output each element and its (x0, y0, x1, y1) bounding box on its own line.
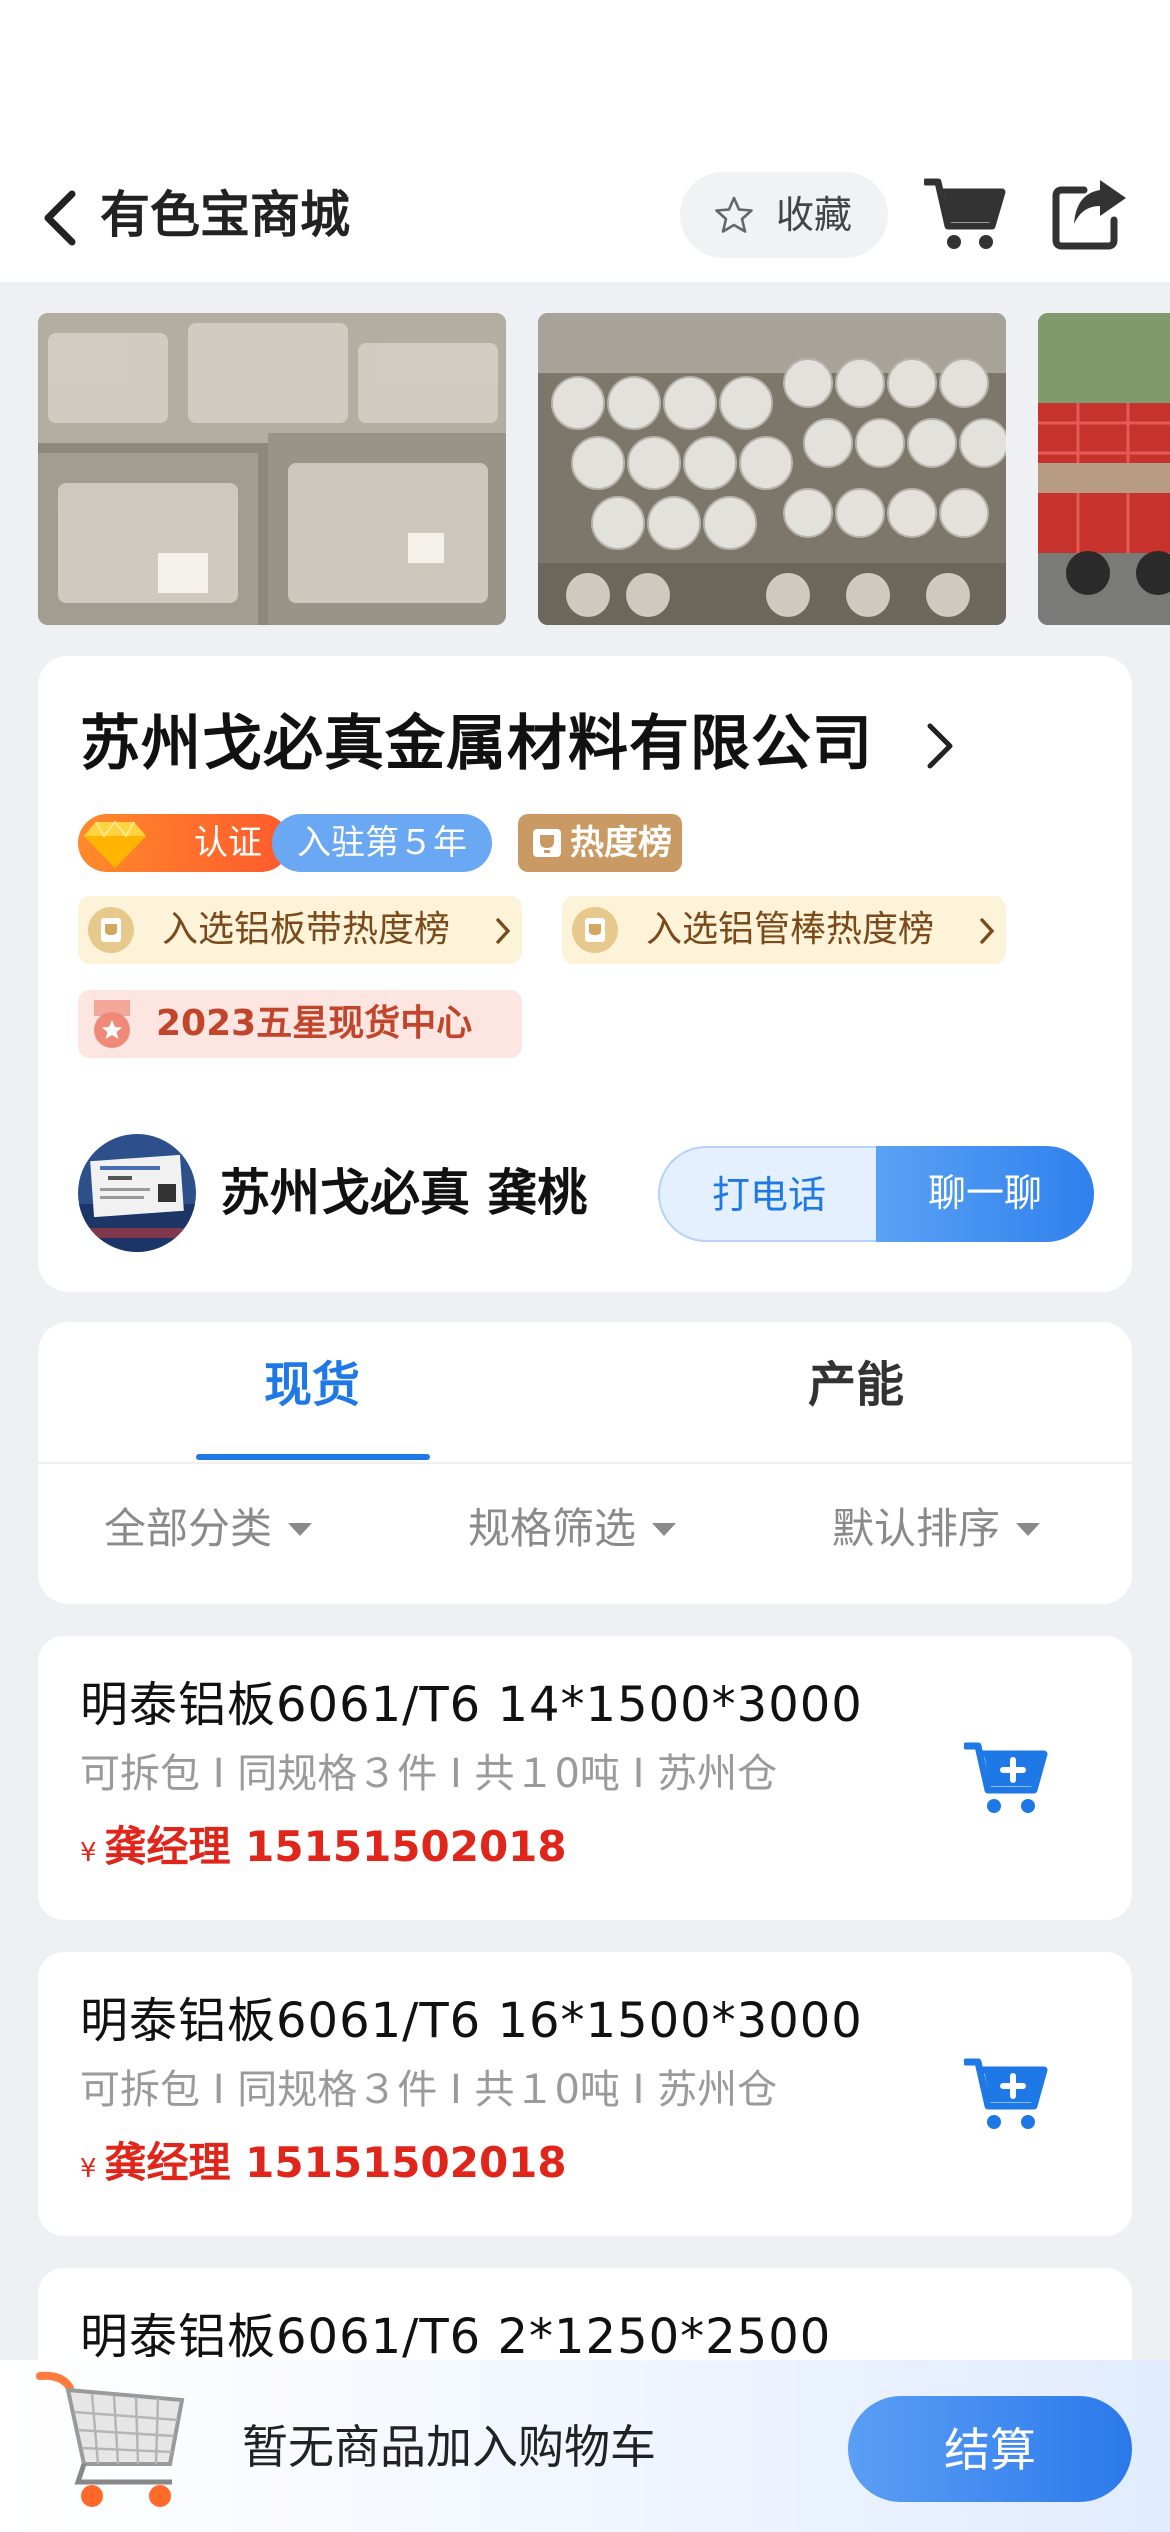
years-badge: 入驻第５年 (272, 814, 492, 872)
chevron-right-icon[interactable] (922, 720, 956, 772)
photo-gallery[interactable] (0, 313, 1170, 625)
ranking-medal-icon (572, 907, 618, 953)
status-bar-area (0, 0, 1170, 150)
company-name[interactable]: 苏州戈必真金属材料有限公司 (80, 702, 873, 786)
page-title: 有色宝商城 (100, 186, 350, 244)
gallery-photo[interactable] (1038, 313, 1170, 625)
call-label: 打电话 (711, 1173, 826, 1217)
product-meta: 可拆包 I 同规格３件 I 共１0吨 I 苏州仓 (80, 2067, 778, 2113)
product-name: 明泰铝板6061/T6 16*1500*3000 (80, 1993, 863, 2049)
product-price: ¥ 龚经理 15151502018 (80, 1818, 567, 1882)
currency-symbol: ¥ (80, 2154, 97, 2184)
product-card[interactable]: 明泰铝板6061/T6 14*1500*3000 可拆包 I 同规格３件 I 共… (38, 1636, 1132, 1920)
star-center-badge: 2023五星现货中心 (78, 990, 522, 1058)
certified-badge: 认证 (78, 814, 290, 872)
hot-rank-label: 热度榜 (570, 823, 672, 863)
company-card: 苏州戈必真金属材料有限公司 认证 入驻第５年 热度榜 入选铝板带热度榜 入选铝管… (38, 656, 1132, 1292)
bottom-cart-bar: 暂无商品加入购物车 结算 (0, 2360, 1170, 2532)
award-ribbon-icon (94, 1000, 130, 1048)
ranking-label: 入选铝板带热度榜 (162, 909, 451, 950)
filter-category-label: 全部分类 (104, 1504, 273, 1553)
currency-symbol: ¥ (80, 1838, 97, 1868)
price-contact: 龚经理 15151502018 (104, 1822, 567, 1871)
diamond-icon (84, 820, 146, 868)
ranking-tube-bar[interactable]: 入选铝管棒热度榜 (562, 896, 1006, 964)
star-center-label: 2023五星现货中心 (156, 1003, 473, 1044)
cart-add-icon[interactable] (964, 1740, 1052, 1816)
gallery-photo[interactable] (538, 313, 1006, 625)
share-icon (1052, 180, 1126, 250)
favorite-button[interactable]: 收藏 (680, 172, 888, 258)
cart-add-icon[interactable] (964, 2056, 1052, 2132)
tabs-card: 现货 产能 全部分类 规格筛选 默认排序 (38, 1322, 1132, 1604)
header: 有色宝商城 收藏 (0, 150, 1170, 282)
cart-button[interactable] (922, 176, 1006, 252)
product-name: 明泰铝板6061/T6 14*1500*3000 (80, 1677, 863, 1733)
contact-name: 苏州戈必真 龚桃 (220, 1164, 588, 1222)
filter-sort[interactable]: 默认排序 (832, 1500, 1041, 1558)
filter-spec-label: 规格筛选 (468, 1504, 637, 1553)
cart-icon (922, 178, 1006, 249)
chevron-right-icon (496, 918, 511, 944)
shopping-cart-illustration-icon (36, 2371, 185, 2507)
checkout-label: 结算 (944, 2423, 1036, 2477)
cart-empty-text: 暂无商品加入购物车 (242, 2420, 656, 2474)
product-price: ¥ 龚经理 15151502018 (80, 2134, 567, 2198)
chat-button[interactable]: 聊一聊 (876, 1146, 1094, 1242)
price-contact: 龚经理 15151502018 (104, 2138, 567, 2187)
divider (38, 1462, 1132, 1464)
tab-capacity[interactable]: 产能 (808, 1352, 904, 1418)
avatar[interactable] (78, 1134, 196, 1252)
hot-rank-badge: 热度榜 (518, 814, 682, 872)
share-button[interactable] (1050, 176, 1130, 252)
star-outline-icon (715, 196, 753, 233)
filter-sort-label: 默认排序 (832, 1504, 1001, 1553)
certified-label: 认证 (194, 823, 262, 863)
filter-category[interactable]: 全部分类 (104, 1500, 313, 1558)
caret-down-icon (652, 1523, 677, 1536)
gallery-photo[interactable] (38, 313, 506, 625)
tab-spot-stock[interactable]: 现货 (264, 1352, 360, 1418)
product-card[interactable]: 明泰铝板6061/T6 16*1500*3000 可拆包 I 同规格３件 I 共… (38, 1952, 1132, 2236)
trophy-icon (533, 829, 561, 857)
checkout-button[interactable]: 结算 (848, 2396, 1132, 2502)
ranking-label: 入选铝管棒热度榜 (646, 909, 935, 950)
chat-label: 聊一聊 (927, 1171, 1042, 1215)
ranking-plate-strip[interactable]: 入选铝板带热度榜 (78, 896, 522, 964)
call-button[interactable]: 打电话 (658, 1146, 876, 1242)
product-meta: 可拆包 I 同规格３件 I 共１0吨 I 苏州仓 (80, 1751, 778, 1797)
caret-down-icon (288, 1523, 313, 1536)
active-tab-indicator (196, 1454, 430, 1460)
ranking-medal-icon (88, 907, 134, 953)
back-button[interactable] (38, 188, 82, 248)
chevron-right-icon (980, 918, 995, 944)
chevron-left-icon (44, 190, 76, 246)
years-label: 入驻第５年 (297, 823, 467, 863)
caret-down-icon (1016, 1523, 1041, 1536)
favorite-label: 收藏 (776, 193, 853, 237)
filter-spec[interactable]: 规格筛选 (468, 1500, 677, 1558)
